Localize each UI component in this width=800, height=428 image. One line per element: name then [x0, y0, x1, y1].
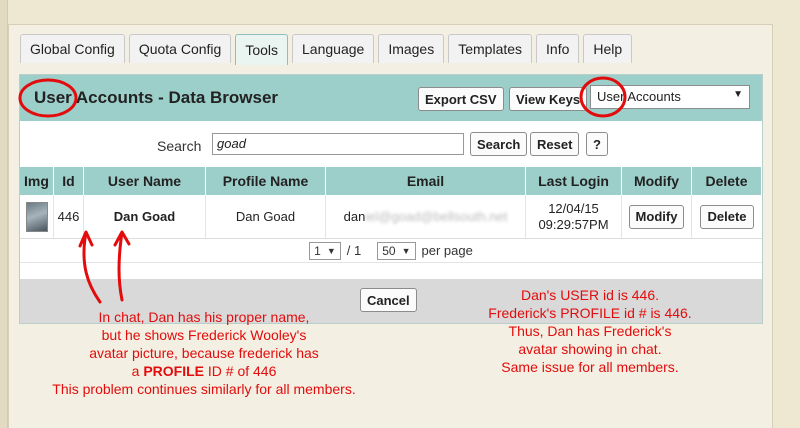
export-csv-button[interactable]: Export CSV: [418, 87, 504, 111]
user-table: Img Id User Name Profile Name Email Last…: [20, 167, 762, 263]
col-delete: Delete: [692, 167, 762, 195]
tab-images[interactable]: Images: [378, 34, 445, 63]
pager: 1 ▼ / 1 50 ▼ per page: [20, 239, 762, 263]
col-id: Id: [54, 167, 84, 195]
view-keys-button[interactable]: View Keys: [509, 87, 588, 111]
col-modify: Modify: [622, 167, 692, 195]
annotation-right: Dan's USER id is 446. Frederick's PROFIL…: [488, 287, 692, 375]
per-page-select[interactable]: 50 ▼: [377, 241, 416, 260]
cell-user-name: Dan Goad: [84, 195, 206, 238]
page-count: / 1: [346, 243, 362, 258]
tab-quota-config[interactable]: Quota Config: [128, 34, 232, 63]
email-redacted: iel@goad@bellsouth.net: [365, 209, 508, 224]
search-row: Search goad Search Reset ?: [20, 121, 762, 169]
avatar-thumbnail[interactable]: [25, 201, 48, 232]
tab-templates[interactable]: Templates: [448, 34, 533, 63]
table-select[interactable]: User Accounts ▼: [590, 85, 750, 109]
table-header: Img Id User Name Profile Name Email Last…: [20, 167, 762, 195]
search-input[interactable]: goad: [212, 133, 464, 155]
per-page-label: per page: [421, 243, 473, 258]
tab-global-config[interactable]: Global Config: [20, 34, 125, 63]
tab-language[interactable]: Language: [292, 34, 375, 63]
page-select[interactable]: 1 ▼: [309, 241, 341, 260]
col-img: Img: [20, 167, 54, 195]
cell-id: 446: [54, 195, 84, 238]
col-profile-name: Profile Name: [206, 167, 326, 195]
search-button[interactable]: Search: [470, 132, 528, 156]
panel-header: User Accounts - Data Browser Export CSV …: [20, 75, 762, 121]
table-select-value: User Accounts: [597, 89, 681, 104]
col-user-name: User Name: [84, 167, 206, 195]
right-sidebar: [772, 24, 800, 428]
cell-email: dan iel@goad@bellsouth.net: [326, 195, 526, 238]
tab-bar: Global Config Quota Config Tools Languag…: [20, 34, 633, 65]
dropdown-arrow-icon: ▼: [733, 89, 743, 100]
tab-help[interactable]: Help: [583, 34, 633, 63]
left-strip: [0, 0, 8, 428]
search-label: Search: [157, 138, 202, 154]
cell-profile-name: Dan Goad: [206, 195, 326, 238]
cell-last-login: 12/04/15 09:29:57PM: [526, 195, 622, 238]
dropdown-arrow-icon: ▼: [401, 245, 411, 256]
email-visible: dan: [343, 209, 366, 224]
dropdown-arrow-icon: ▼: [326, 245, 336, 256]
delete-button[interactable]: Delete: [700, 204, 754, 229]
col-email: Email: [326, 167, 526, 195]
col-last-login: Last Login: [526, 167, 622, 195]
tab-info[interactable]: Info: [536, 34, 580, 63]
table-row: 446 Dan Goad Dan Goad dan iel@goad@bellso…: [20, 195, 762, 239]
help-button[interactable]: ?: [586, 132, 608, 156]
annotation-left: In chat, Dan has his proper name, but he…: [52, 309, 356, 397]
reset-button[interactable]: Reset: [530, 132, 580, 156]
tab-tools[interactable]: Tools: [235, 34, 289, 65]
panel-title: User Accounts - Data Browser: [34, 88, 279, 107]
modify-button[interactable]: Modify: [628, 204, 685, 229]
